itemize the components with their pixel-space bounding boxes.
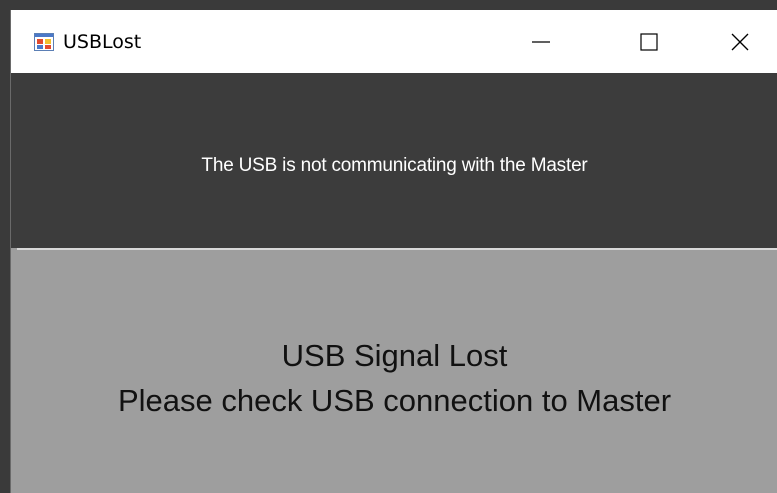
header-message: The USB is not communicating with the Ma… [201, 154, 588, 176]
title-bar[interactable]: USBLost [11, 10, 777, 73]
minimize-button[interactable] [507, 10, 575, 73]
header-panel: The USB is not communicating with the Ma… [11, 73, 777, 248]
close-button[interactable] [706, 10, 774, 73]
minimize-icon [532, 40, 550, 43]
status-title: USB Signal Lost [281, 338, 508, 373]
status-detail: Please check USB connection to Master [117, 383, 672, 418]
app-icon [34, 33, 54, 51]
close-icon [731, 33, 749, 50]
maximize-icon [640, 32, 658, 51]
status-panel: USB Signal Lost Please check USB connect… [11, 250, 777, 493]
usb-lost-window: USBLost The USB is not communicating wit… [10, 10, 777, 493]
window-title: USBLost [63, 31, 142, 53]
maximize-button[interactable] [615, 10, 683, 73]
